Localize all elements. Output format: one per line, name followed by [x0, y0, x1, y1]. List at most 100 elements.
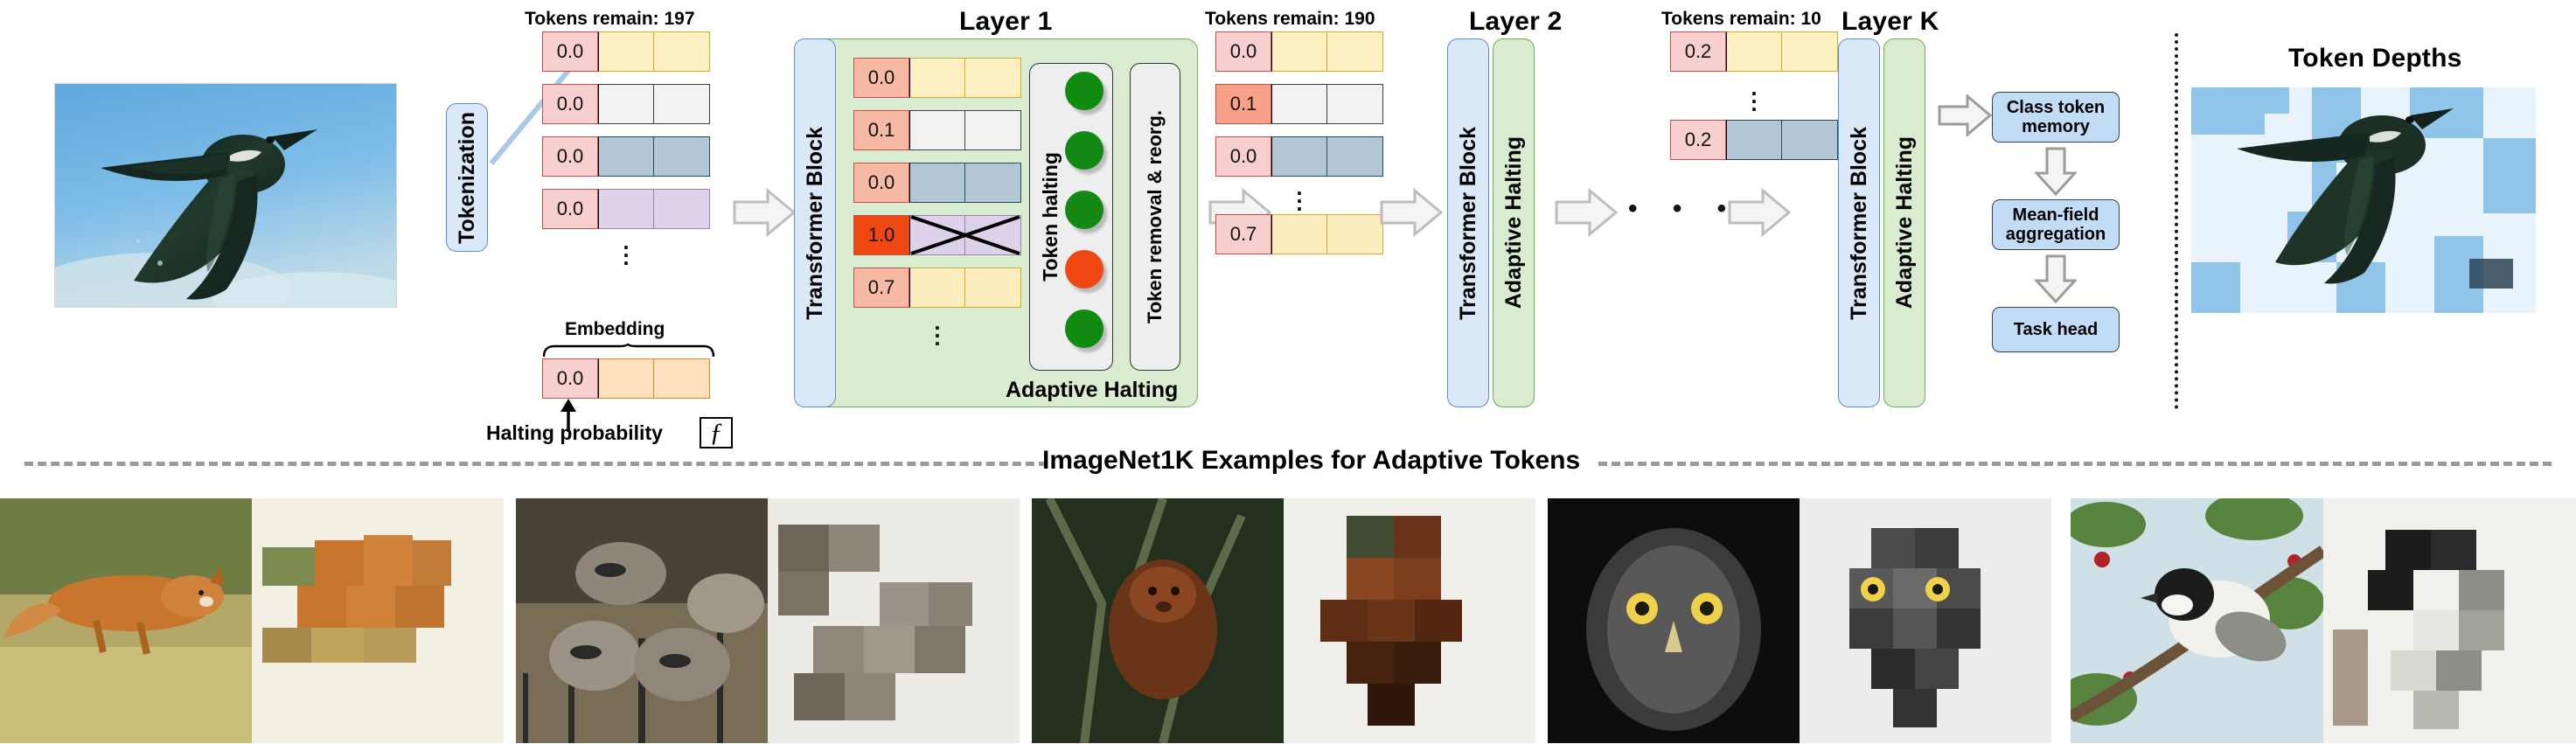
layer-2-transformer-block[interactable]: Transformer Block	[1447, 38, 1489, 407]
halting-dot-green	[1065, 72, 1104, 110]
stage-2-ellipsis: ...	[1296, 174, 1303, 216]
arrow-head-1-to-2	[2035, 147, 2077, 196]
halting-prob-cell: 1.0	[853, 215, 909, 255]
token-row[interactable]: 0.0	[542, 189, 710, 229]
halting-prob-cell: 0.7	[1215, 214, 1271, 254]
pipeline-ellipsis: • • •	[1628, 194, 1741, 223]
token-row[interactable]: 0.0	[1215, 31, 1383, 72]
token-row[interactable]: 0.7	[853, 268, 1021, 308]
mean-field-aggregation-box[interactable]: Mean-field aggregation	[1992, 199, 2120, 250]
token-row[interactable]: 0.0	[853, 163, 1021, 203]
halting-prob-cell: 0.0	[853, 58, 909, 98]
token-row[interactable]: 0.0	[542, 31, 710, 72]
arrow-layerk-to-head	[1938, 94, 1992, 136]
layer-2-title: Layer 2	[1469, 7, 1563, 36]
embedding-cell	[654, 136, 710, 177]
embedding-cell	[1726, 31, 1782, 72]
embedding-cell	[965, 110, 1021, 150]
task-head-box[interactable]: Task head	[1992, 307, 2120, 352]
token-row[interactable]: 0.0	[542, 84, 710, 124]
layer-2-adaptive-halting[interactable]: Adaptive Halting	[1493, 38, 1535, 407]
arrow-layer2-to-dots	[1555, 188, 1618, 237]
embedding-cell	[1271, 214, 1327, 254]
embedding-cell	[1726, 120, 1782, 160]
tokenization-block[interactable]: Tokenization	[446, 103, 488, 252]
token-row[interactable]: 0.7	[1215, 214, 1383, 254]
token-row[interactable]: 0.1	[1215, 84, 1383, 124]
embedding-cell	[654, 358, 710, 399]
halting-prob-cell: 0.0	[542, 358, 598, 399]
stage-3-token-stack: 0.2 ... 0.2	[1670, 31, 1838, 160]
stage-1-ellipsis: ...	[623, 228, 630, 270]
halting-dot-red	[1065, 250, 1104, 289]
mean-field-aggregation-label: Mean-field aggregation	[2005, 205, 2106, 244]
halting-prob-cell: 0.1	[1215, 84, 1271, 124]
embedding-cell	[654, 31, 710, 72]
layer-1-transformer-block[interactable]: Transformer Block	[794, 38, 836, 407]
arrow-head-2-to-3	[2035, 254, 2077, 303]
token-row[interactable]: 0.2	[1670, 120, 1838, 160]
layer-k-transformer-block[interactable]: Transformer Block	[1838, 38, 1880, 407]
token-row[interactable]: 0.2	[1670, 31, 1838, 72]
token-removed-cross-icon	[910, 215, 1020, 255]
halting-prob-cell: 0.0	[1215, 31, 1271, 72]
token-row[interactable]: 0.0	[853, 58, 1021, 98]
embedding-cell	[1271, 136, 1327, 177]
token-row[interactable]: 0.1	[853, 110, 1021, 150]
embedding-cell	[909, 58, 965, 98]
halting-prob-cell: 0.7	[853, 268, 909, 308]
embedding-cell	[598, 358, 654, 399]
embedding-cell	[1271, 84, 1327, 124]
class-token-memory-box[interactable]: Class token memory	[1992, 92, 2120, 143]
halting-prob-cell: 0.1	[853, 110, 909, 150]
layer-1-title: Layer 1	[959, 7, 1053, 36]
layer-k-adaptive-halting[interactable]: Adaptive Halting	[1883, 38, 1925, 407]
token-halting-label: Token halting	[1039, 152, 1062, 282]
adaptive-halting-label: Adaptive Halting	[1891, 136, 1917, 309]
owl-example	[1548, 498, 2051, 743]
embedding-cell	[598, 84, 654, 124]
layer-1-token-stack: 0.0 0.1 0.0 1.0 0.7 ...	[853, 58, 1021, 351]
embedding-label: Embedding	[565, 319, 665, 339]
embedding-brace	[542, 343, 715, 358]
embedding-token-row[interactable]: 0.0	[542, 358, 710, 399]
embedding-cell	[598, 31, 654, 72]
layer-1-ellipsis: ...	[934, 309, 941, 351]
token-depths-image	[2191, 87, 2536, 313]
embedding-cell	[965, 268, 1021, 308]
token-row[interactable]: 0.0	[1215, 136, 1383, 177]
embedding-cell	[1327, 214, 1383, 254]
halting-prob-cell: 0.0	[1215, 136, 1271, 177]
stage-2-tokens-remain-label: Tokens remain: 190	[1205, 9, 1375, 29]
raccoon-example	[516, 498, 1020, 743]
halting-prob-cell: 0.2	[1670, 31, 1726, 72]
halting-prob-cell: 0.0	[853, 163, 909, 203]
halting-dot-green	[1065, 131, 1104, 170]
stage-3-tokens-remain-label: Tokens remain: 10	[1661, 9, 1821, 29]
arrow-stage1-to-layer1	[733, 188, 796, 237]
layer-k-title: Layer K	[1841, 7, 1939, 36]
halting-function-icon[interactable]: ƒ	[700, 417, 733, 448]
input-image	[54, 83, 397, 308]
arrow-dots-to-stage3	[1728, 188, 1791, 237]
fox-example	[0, 498, 504, 743]
embedding-cell	[598, 189, 654, 229]
halting-prob-cell: 0.0	[542, 189, 598, 229]
vertical-dotted-divider	[2175, 33, 2178, 409]
section-divider-right	[1598, 462, 2552, 466]
embedding-cell	[598, 136, 654, 177]
halting-prob-cell: 0.0	[542, 31, 598, 72]
token-removal-box[interactable]: Token removal & reorg.	[1130, 63, 1180, 371]
chickadee-example	[2071, 498, 2576, 743]
embedding-cell	[965, 163, 1021, 203]
tokenization-label: Tokenization	[454, 111, 479, 244]
halting-dot-green	[1065, 191, 1104, 229]
embedding-cell	[909, 268, 965, 308]
section-divider-left	[24, 462, 1048, 466]
token-depths-title: Token Depths	[2288, 44, 2462, 73]
adaptive-halting-label: Adaptive Halting	[1006, 378, 1179, 402]
transformer-block-label: Transformer Block	[1455, 126, 1480, 320]
token-row[interactable]: 0.0	[542, 136, 710, 177]
task-head-label: Task head	[2013, 319, 2099, 339]
embedding-cell	[654, 84, 710, 124]
